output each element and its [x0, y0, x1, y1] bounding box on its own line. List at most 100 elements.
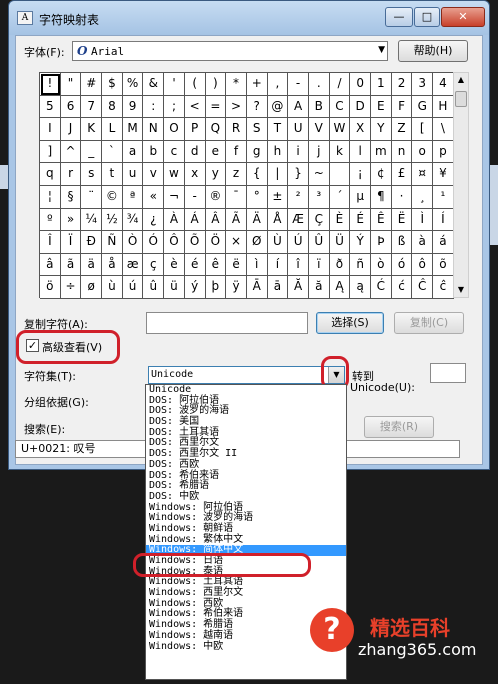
character-cell[interactable]: ] — [40, 140, 61, 164]
character-cell[interactable]: ê — [205, 253, 227, 277]
character-cell[interactable]: ú — [122, 276, 144, 299]
character-cell[interactable]: c — [164, 140, 185, 164]
character-cell[interactable]: Å — [267, 208, 289, 232]
character-cell[interactable]: _ — [81, 140, 103, 164]
character-cell[interactable]: Ç — [308, 208, 330, 232]
character-cell[interactable]: ^ — [60, 140, 82, 164]
character-cell[interactable]: m — [371, 140, 392, 164]
character-cell[interactable]: ć — [391, 276, 413, 299]
character-cell[interactable]: ª — [122, 185, 144, 209]
close-button[interactable]: ✕ — [441, 7, 485, 27]
character-cell[interactable]: Â — [205, 208, 227, 232]
character-cell[interactable]: P — [184, 118, 206, 141]
character-cell[interactable]: | — [267, 163, 289, 186]
character-cell[interactable]: Ò — [122, 231, 144, 254]
character-cell[interactable]: à — [412, 231, 434, 254]
character-cell[interactable]: Ê — [371, 208, 392, 232]
character-cell[interactable]: Ö — [205, 231, 227, 254]
character-cell[interactable]: ¨ — [81, 185, 103, 209]
character-cell[interactable]: ´ — [329, 185, 351, 209]
character-cell[interactable]: ~ — [308, 163, 330, 186]
character-cell[interactable]: ) — [205, 73, 227, 96]
search-button[interactable]: 搜索(R) — [364, 416, 434, 438]
scroll-down-icon[interactable]: ▼ — [454, 283, 468, 297]
character-cell[interactable]: Æ — [288, 208, 309, 232]
character-cell[interactable]: ĉ — [433, 276, 454, 299]
character-cell[interactable]: ¡ — [350, 163, 371, 186]
character-cell[interactable]: ¿ — [143, 208, 165, 232]
goto-unicode-input[interactable] — [430, 363, 466, 383]
character-cell[interactable]: ì — [246, 253, 268, 277]
character-cell[interactable]: \ — [433, 118, 454, 141]
character-cell[interactable]: ó — [391, 253, 413, 277]
character-cell[interactable]: ç — [143, 253, 165, 277]
character-cell[interactable]: ¥ — [433, 163, 454, 186]
character-cell[interactable]: £ — [391, 163, 413, 186]
character-cell[interactable]: Y — [371, 118, 392, 141]
character-cell[interactable]: % — [122, 73, 144, 96]
character-cell[interactable]: ã — [60, 253, 82, 277]
character-cell[interactable]: J — [60, 118, 82, 141]
character-cell[interactable]: f — [226, 140, 247, 164]
character-cell[interactable]: - — [184, 185, 206, 209]
character-cell[interactable]: ¸ — [412, 185, 434, 209]
scroll-thumb[interactable] — [455, 91, 467, 107]
character-cell[interactable]: ® — [205, 185, 227, 209]
character-cell[interactable]: é — [184, 253, 206, 277]
character-cell[interactable]: / — [329, 73, 351, 96]
character-cell[interactable]: $ — [102, 73, 123, 96]
maximize-button[interactable]: □ — [414, 7, 440, 27]
character-cell[interactable]: + — [246, 73, 268, 96]
character-cell[interactable]: & — [143, 73, 165, 96]
character-cell[interactable]: U — [288, 118, 309, 141]
character-cell[interactable]: ½ — [102, 208, 123, 232]
character-cell[interactable]: « — [143, 185, 165, 209]
character-cell[interactable]: Z — [391, 118, 413, 141]
character-cell[interactable]: º — [40, 208, 61, 232]
character-cell[interactable]: e — [205, 140, 227, 164]
character-cell[interactable]: r — [60, 163, 82, 186]
font-select[interactable]: O Arial ▼ — [72, 41, 388, 61]
character-cell[interactable]: E — [371, 95, 392, 119]
character-cell[interactable]: 9 — [122, 95, 144, 119]
character-cell[interactable]: j — [308, 140, 330, 164]
character-cell[interactable]: Ô — [164, 231, 185, 254]
character-cell[interactable]: " — [60, 73, 82, 96]
character-cell[interactable]: n — [391, 140, 413, 164]
character-cell[interactable]: # — [81, 73, 103, 96]
character-cell[interactable]: T — [267, 118, 289, 141]
character-cell[interactable]: â — [40, 253, 61, 277]
character-cell[interactable]: ă — [308, 276, 330, 299]
character-cell[interactable]: © — [102, 185, 123, 209]
character-cell[interactable]: · — [391, 185, 413, 209]
character-cell[interactable]: S — [246, 118, 268, 141]
character-cell[interactable]: K — [81, 118, 103, 141]
character-cell[interactable]: A — [288, 95, 309, 119]
character-cell[interactable]: ¾ — [122, 208, 144, 232]
character-cell[interactable]: D — [350, 95, 371, 119]
scroll-up-icon[interactable]: ▲ — [454, 73, 468, 87]
character-cell[interactable]: » — [60, 208, 82, 232]
character-cell[interactable]: ö — [40, 276, 61, 299]
character-cell[interactable]: Ą — [329, 276, 351, 299]
character-cell[interactable]: s — [81, 163, 103, 186]
character-cell[interactable]: Ø — [246, 231, 268, 254]
character-cell[interactable]: ë — [226, 253, 247, 277]
character-cell[interactable]: 7 — [81, 95, 103, 119]
character-cell[interactable]: ñ — [350, 253, 371, 277]
character-cell[interactable]: Í — [433, 208, 454, 232]
character-cell[interactable]: ± — [267, 185, 289, 209]
character-cell[interactable]: ą — [350, 276, 371, 299]
select-button[interactable]: 选择(S) — [316, 312, 384, 334]
charset-option[interactable]: DOS: 中欧 — [146, 491, 346, 503]
character-cell[interactable]: k — [329, 140, 351, 164]
character-cell[interactable]: W — [329, 118, 351, 141]
character-cell[interactable]: : — [143, 95, 165, 119]
character-cell[interactable]: 3 — [412, 73, 434, 96]
character-cell[interactable]: [ — [412, 118, 434, 141]
character-cell[interactable]: . — [308, 73, 330, 96]
character-cell[interactable]: ! — [40, 73, 61, 96]
character-cell[interactable]: R — [226, 118, 247, 141]
character-cell[interactable]: Ë — [391, 208, 413, 232]
character-cell[interactable]: § — [60, 185, 82, 209]
